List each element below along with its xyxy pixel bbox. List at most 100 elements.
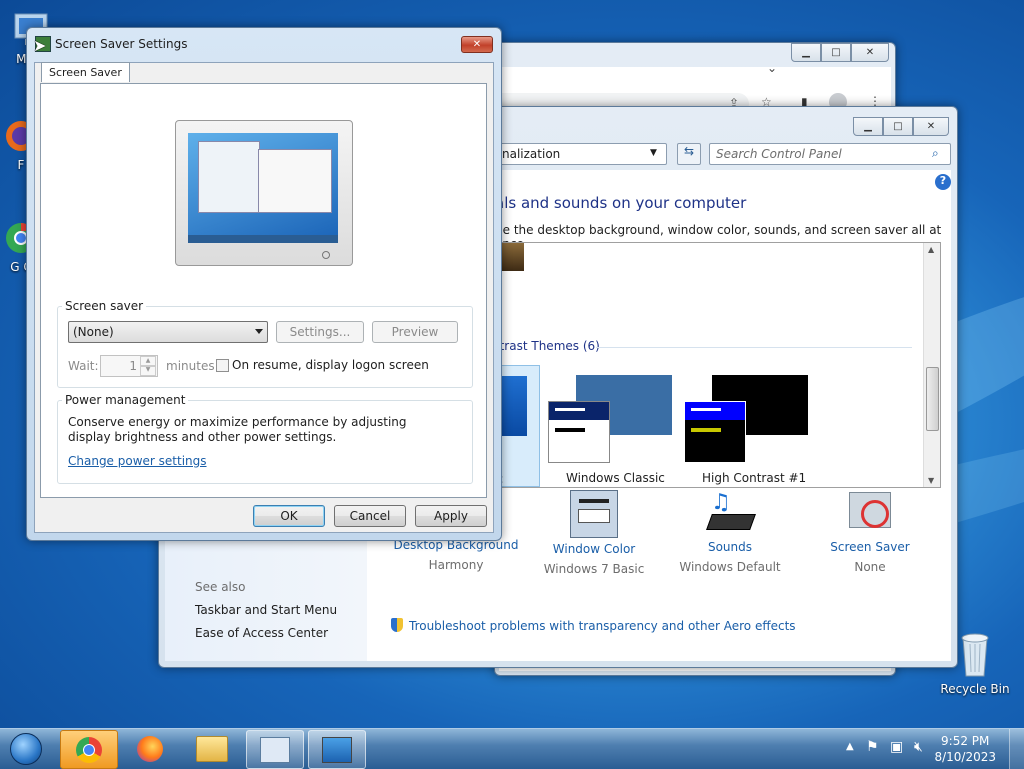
control-panel-icon	[260, 736, 290, 763]
minimize-button[interactable]: ▁	[791, 43, 821, 62]
start-button[interactable]	[4, 730, 48, 767]
power-description: Conserve energy or maximize performance …	[68, 415, 407, 444]
scroll-thumb[interactable]	[926, 367, 939, 431]
address-text: nalization	[502, 147, 561, 161]
desktop-icon-label: Recycle Bin	[940, 682, 1010, 696]
browser-caption-buttons: ▁ □ ✕	[791, 43, 889, 62]
ok-button[interactable]: OK	[253, 505, 325, 527]
minutes-label: minutes	[166, 359, 215, 373]
taskbar-screen-saver[interactable]	[308, 730, 366, 769]
theme-item-windows-classic[interactable]: Windows Classic	[548, 365, 678, 485]
screen-saver-icon	[322, 736, 352, 763]
select-value: (None)	[73, 325, 114, 339]
search-icon[interactable]: ⌕	[932, 146, 939, 161]
power-management-group: Power management Conserve energy or maxi…	[57, 393, 473, 484]
tab-page: Screen saver (None) Settings... Preview …	[40, 83, 487, 498]
themes-scrollbar[interactable]: ▲ ▼	[923, 243, 940, 487]
close-button[interactable]: ✕	[913, 117, 949, 136]
page-heading: als and sounds on your computer	[495, 194, 747, 212]
preview-screen	[188, 133, 338, 243]
tab-list-chevron-icon[interactable]: ⌄	[767, 61, 777, 75]
see-also-title: See also	[195, 580, 246, 594]
item-title: Window Color	[552, 542, 636, 556]
dropdown-arrow-icon[interactable]: ▼	[650, 148, 657, 158]
screen-saver-dialog[interactable]: Screen Saver Settings ✕ ➤ Screen Saver S…	[26, 27, 502, 541]
taskbar-firefox[interactable]	[122, 730, 178, 767]
item-subtitle: Windows 7 Basic	[543, 562, 645, 576]
windows-orb-icon	[10, 732, 42, 765]
show-hidden-icons-icon[interactable]: ▲	[846, 741, 854, 752]
scroll-down-icon[interactable]: ▼	[928, 476, 934, 485]
scroll-up-icon[interactable]: ▲	[928, 245, 934, 254]
theme-window-preview	[548, 401, 610, 463]
apply-button[interactable]: Apply	[415, 505, 487, 527]
wait-value: 1	[129, 359, 137, 373]
window-color-icon	[570, 490, 618, 538]
see-also-taskbar-link[interactable]: Taskbar and Start Menu	[195, 603, 337, 617]
volume-muted-icon[interactable]: 🔇︎	[914, 739, 923, 755]
refresh-button[interactable]: ⇆	[677, 143, 701, 165]
spinner-down-icon[interactable]: ▼	[140, 365, 156, 376]
firefox-icon	[137, 735, 163, 762]
screen-saver-group: Screen saver (None) Settings... Preview …	[57, 299, 473, 388]
close-button[interactable]: ✕	[461, 36, 493, 53]
maximize-button[interactable]: □	[883, 117, 913, 136]
preview-button[interactable]: Preview	[372, 321, 458, 343]
clock[interactable]: 9:52 PM 8/10/2023	[934, 733, 996, 765]
section-divider	[596, 347, 912, 348]
mouse-cursor-icon: ➤	[33, 36, 47, 55]
show-desktop-button[interactable]	[1009, 729, 1024, 769]
sounds-icon: ♫	[705, 490, 756, 538]
section-label: ntrast Themes (6)	[492, 339, 600, 353]
wait-spinner[interactable]: 1 ▲ ▼	[100, 355, 158, 377]
theme-label: High Contrast #1	[702, 471, 807, 485]
theme-window-preview	[684, 401, 746, 463]
taskbar: ▲ ⚑ ▣ 🔇︎ 9:52 PM 8/10/2023	[0, 728, 1024, 769]
dialog-body: Screen Saver Screen saver (None) Setting…	[34, 62, 494, 533]
recycle-bin-icon	[957, 630, 993, 678]
clock-date: 8/10/2023	[934, 750, 996, 764]
wait-label: Wait:	[68, 359, 99, 373]
desktop-icon-label: F	[17, 158, 25, 172]
action-center-flag-icon[interactable]: ⚑	[866, 739, 879, 755]
theme-item-high-contrast-1[interactable]: High Contrast #1	[684, 365, 814, 485]
monitor-preview	[175, 120, 353, 266]
tab-screen-saver[interactable]: Screen Saver	[41, 62, 130, 82]
item-title: Sounds	[707, 540, 753, 554]
item-subtitle: None	[854, 560, 886, 574]
close-button[interactable]: ✕	[851, 43, 889, 62]
group-label: Power management	[62, 393, 189, 407]
taskbar-chrome[interactable]	[60, 730, 118, 769]
network-icon[interactable]: ▣	[890, 739, 903, 755]
resume-checkbox[interactable]	[216, 359, 229, 372]
clock-time: 9:52 PM	[941, 734, 990, 748]
screen-saver-item[interactable]: Screen Saver None	[805, 490, 935, 574]
settings-button[interactable]: Settings...	[276, 321, 364, 343]
see-also-ease-of-access-link[interactable]: Ease of Access Center	[195, 626, 328, 640]
chevron-down-icon	[255, 329, 263, 334]
dialog-title: Screen Saver Settings	[55, 37, 188, 51]
chrome-icon	[76, 736, 102, 763]
search-placeholder: Search Control Panel	[716, 147, 842, 161]
item-title: Screen Saver	[830, 540, 910, 554]
screen-saver-icon	[845, 490, 895, 538]
taskbar-control-panel[interactable]	[246, 730, 304, 769]
shield-icon	[391, 618, 403, 632]
group-label: Screen saver	[62, 299, 147, 313]
search-input[interactable]: Search Control Panel ⌕	[709, 143, 951, 165]
change-power-settings-link[interactable]: Change power settings	[68, 454, 207, 468]
dialog-caption-buttons: ✕	[461, 36, 493, 53]
screen-saver-select[interactable]: (None)	[68, 321, 268, 343]
minimize-button[interactable]: ▁	[853, 117, 883, 136]
folder-icon	[196, 735, 228, 762]
cancel-button[interactable]: Cancel	[334, 505, 406, 527]
sounds-item[interactable]: ♫ Sounds Windows Default	[665, 490, 795, 574]
troubleshoot-link[interactable]: Troubleshoot problems with transparency …	[409, 619, 796, 633]
window-color-item[interactable]: Window Color Windows 7 Basic	[529, 490, 659, 576]
theme-label: Windows Classic	[566, 471, 665, 485]
item-subtitle: Harmony	[428, 558, 484, 572]
resume-checkbox-label[interactable]: On resume, display logon screen	[232, 358, 429, 372]
maximize-button[interactable]: □	[821, 43, 851, 62]
taskbar-file-explorer[interactable]	[184, 730, 240, 767]
help-icon[interactable]: ?	[935, 174, 951, 190]
